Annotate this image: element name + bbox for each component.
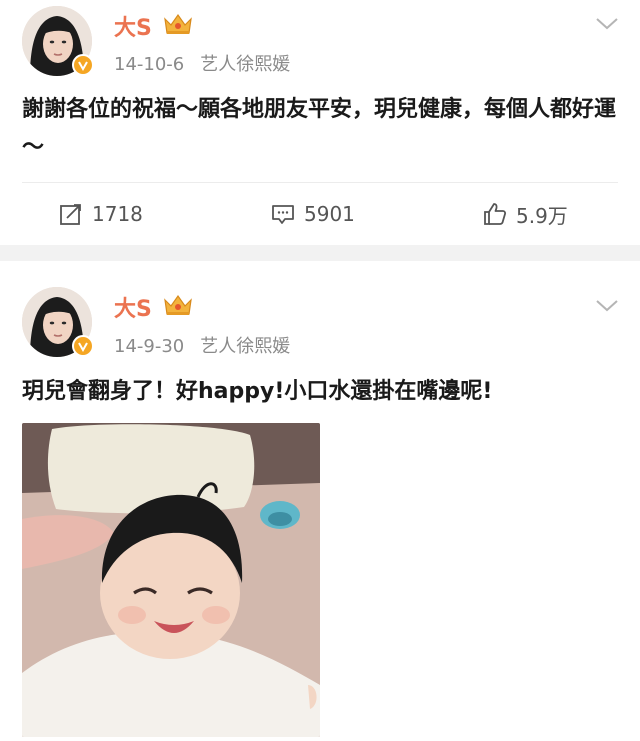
repost-icon xyxy=(60,204,81,225)
post-text: 謝謝各位的祝福～願各地朋友平安，玥兒健康，每個人都好運～ xyxy=(22,97,617,160)
post-source: 艺人徐熙媛 xyxy=(200,54,291,75)
like-icon xyxy=(484,203,507,225)
post-date: 14-9-30 xyxy=(114,336,185,357)
post-photo[interactable] xyxy=(22,423,320,737)
crown-icon xyxy=(164,13,192,34)
divider xyxy=(22,182,618,183)
chevron-down-icon[interactable] xyxy=(594,16,620,32)
username[interactable]: 大S xyxy=(114,10,152,42)
baby-photo xyxy=(22,423,320,737)
verified-badge-icon xyxy=(72,335,94,357)
post-date: 14-10-6 xyxy=(114,54,185,75)
post-separator xyxy=(0,245,640,261)
like-button[interactable]: 5.9万 xyxy=(482,196,568,232)
comment-button[interactable]: 5901 xyxy=(270,196,355,232)
post-text: 玥兒會翻身了！好happy!小口水還掛在嘴邊呢! xyxy=(22,379,493,404)
post-source: 艺人徐熙媛 xyxy=(200,336,291,357)
username[interactable]: 大S xyxy=(114,291,152,323)
comment-icon xyxy=(272,205,294,224)
post-meta: 14-10-6 艺人徐熙媛 xyxy=(114,50,290,76)
chevron-down-icon[interactable] xyxy=(594,298,620,314)
action-bar: 1718 5901 5.9万 xyxy=(0,196,640,232)
crown-icon xyxy=(164,294,192,315)
weibo-post: 大S 14-9-30 艺人徐熙媛 玥兒會翻身了！好happy!小口水還掛在嘴邊呢! xyxy=(0,261,640,741)
post-meta: 14-9-30 艺人徐熙媛 xyxy=(114,332,290,358)
repost-count: 1718 xyxy=(92,202,143,226)
comment-count: 5901 xyxy=(304,202,355,226)
verified-badge-icon xyxy=(72,54,94,76)
like-count: 5.9万 xyxy=(516,203,568,228)
repost-button[interactable]: 1718 xyxy=(58,196,143,232)
weibo-post: 大S 14-10-6 艺人徐熙媛 謝謝各位的祝福～願各地朋友平安，玥兒健康，每個人… xyxy=(0,0,640,245)
